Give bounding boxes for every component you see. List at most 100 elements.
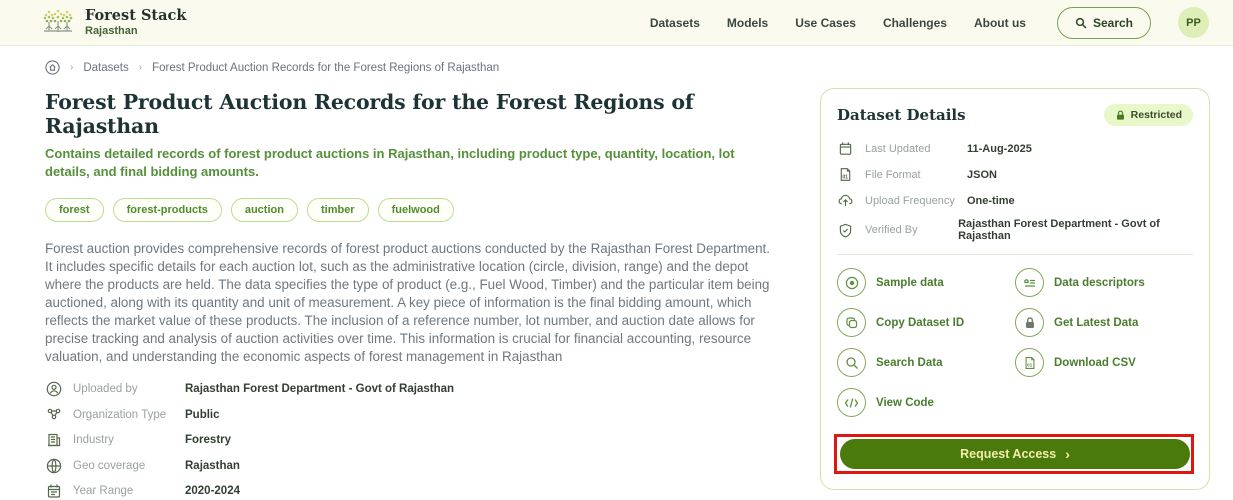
action-label: Sample data [876, 277, 944, 289]
top-nav: Datasets Models Use Cases Challenges Abo… [650, 7, 1209, 39]
card-divider [837, 254, 1193, 255]
meta-label: Uploaded by [73, 383, 185, 395]
view-code-icon [837, 388, 866, 417]
sample-data-icon [837, 268, 866, 297]
search-button[interactable]: Search [1057, 7, 1151, 39]
meta-value: Rajasthan Forest Department - Govt of Ra… [958, 218, 1193, 242]
nav-item-datasets[interactable]: Datasets [650, 16, 700, 30]
dataset-meta-list: Uploaded by Rajasthan Forest Department … [45, 381, 782, 500]
svg-text:01: 01 [842, 174, 848, 180]
action-label: Copy Dataset ID [876, 317, 964, 329]
meta-label: Geo coverage [73, 460, 185, 472]
sample-data-button[interactable]: Sample data [837, 268, 1015, 297]
restricted-badge: Restricted [1104, 104, 1193, 126]
data-descriptors-button[interactable]: Data descriptors [1015, 268, 1193, 297]
search-label: Search [1093, 16, 1133, 30]
request-access-area: Request Access › [840, 439, 1190, 469]
download-csv-icon: 01 [1015, 348, 1044, 377]
meta-label: Upload Frequency [865, 195, 967, 207]
building-icon [45, 432, 62, 449]
dataset-main: Forest Product Auction Records for the F… [45, 90, 782, 500]
nav-item-challenges[interactable]: Challenges [883, 16, 947, 30]
card-meta-list: Last Updated 11-Aug-2025 01 File Format … [837, 140, 1193, 242]
view-code-button[interactable]: View Code [837, 388, 1015, 417]
breadcrumb-datasets[interactable]: Datasets [83, 62, 128, 74]
globe-icon [45, 457, 62, 474]
calendar-icon [837, 140, 854, 157]
tag-forest[interactable]: forest [45, 198, 104, 222]
meta-label: Verified By [865, 224, 958, 236]
home-icon[interactable] [45, 60, 60, 75]
user-avatar[interactable]: PP [1178, 7, 1209, 38]
dataset-details-card: Dataset Details Restricted Last Updated … [820, 88, 1210, 490]
meta-value: 2020-2024 [185, 485, 240, 497]
org-group-icon [45, 406, 62, 423]
action-label: Data descriptors [1054, 277, 1145, 289]
brand[interactable]: Forest Stack Rajasthan [40, 5, 186, 41]
nav-item-about-us[interactable]: About us [974, 16, 1026, 30]
breadcrumb-separator: › [139, 62, 142, 73]
meta-row-organization-type: Organization Type Public [45, 406, 782, 423]
get-latest-data-button[interactable]: Get Latest Data [1015, 308, 1193, 337]
meta-row-industry: Industry Forestry [45, 432, 782, 449]
action-label: View Code [876, 397, 934, 409]
nav-item-models[interactable]: Models [727, 16, 768, 30]
cloud-upload-icon [837, 192, 854, 209]
meta-label: Industry [73, 434, 185, 446]
card-actions: Sample data Data descriptors Copy Datase… [837, 268, 1193, 417]
meta-row-verified-by: Verified By Rajasthan Forest Department … [837, 218, 1193, 242]
lock-icon [1015, 308, 1044, 337]
action-label: Download CSV [1054, 357, 1136, 369]
meta-row-file-format: 01 File Format JSON [837, 166, 1193, 183]
page-title: Forest Product Auction Records for the F… [45, 90, 782, 138]
meta-row-geo-coverage: Geo coverage Rajasthan [45, 457, 782, 474]
chevron-right-icon: › [1065, 447, 1070, 461]
calendar-icon [45, 483, 62, 500]
action-label: Get Latest Data [1054, 317, 1138, 329]
meta-value: Rajasthan [185, 460, 240, 472]
forest-stack-logo-icon [40, 5, 76, 41]
meta-row-year-range: Year Range 2020-2024 [45, 483, 782, 500]
lock-icon [1115, 110, 1126, 121]
meta-label: Organization Type [73, 409, 185, 421]
nav-item-use-cases[interactable]: Use Cases [795, 16, 856, 30]
svg-text:01: 01 [1027, 362, 1033, 368]
download-csv-button[interactable]: 01 Download CSV [1015, 348, 1193, 377]
meta-label: Year Range [73, 485, 185, 497]
breadcrumb-separator: › [70, 62, 73, 73]
search-icon [1075, 17, 1087, 29]
meta-value: 11-Aug-2025 [967, 143, 1032, 155]
meta-row-last-updated: Last Updated 11-Aug-2025 [837, 140, 1193, 157]
shield-check-icon [837, 222, 854, 239]
copy-dataset-id-button[interactable]: Copy Dataset ID [837, 308, 1015, 337]
meta-row-uploaded-by: Uploaded by Rajasthan Forest Department … [45, 381, 782, 398]
meta-value: Forestry [185, 434, 231, 446]
meta-value: One-time [967, 195, 1015, 207]
request-access-button[interactable]: Request Access › [840, 439, 1190, 469]
breadcrumb: › Datasets › Forest Product Auction Reco… [45, 60, 1233, 75]
file-format-icon: 01 [837, 166, 854, 183]
tag-timber[interactable]: timber [307, 198, 369, 222]
dataset-description: Forest auction provides comprehensive re… [45, 240, 775, 366]
search-data-button[interactable]: Search Data [837, 348, 1015, 377]
copy-icon [837, 308, 866, 337]
breadcrumb-current: Forest Product Auction Records for the F… [152, 62, 499, 74]
request-access-label: Request Access [960, 447, 1056, 461]
tag-forest-products[interactable]: forest-products [113, 198, 222, 222]
action-label: Search Data [876, 357, 942, 369]
meta-row-upload-frequency: Upload Frequency One-time [837, 192, 1193, 209]
data-descriptors-icon [1015, 268, 1044, 297]
tag-fuelwood[interactable]: fuelwood [378, 198, 454, 222]
brand-name: Forest Stack [85, 8, 186, 25]
page-subtitle: Contains detailed records of forest prod… [45, 145, 782, 182]
meta-label: Last Updated [865, 143, 967, 155]
card-title: Dataset Details [837, 106, 966, 124]
user-circle-icon [45, 381, 62, 398]
brand-region: Rajasthan [85, 25, 186, 37]
meta-value: Rajasthan Forest Department - Govt of Ra… [185, 383, 454, 395]
meta-label: File Format [865, 169, 967, 181]
restricted-badge-label: Restricted [1131, 109, 1182, 121]
meta-value: Public [185, 409, 220, 421]
tag-auction[interactable]: auction [231, 198, 298, 222]
app-header: Forest Stack Rajasthan Datasets Models U… [0, 0, 1233, 46]
